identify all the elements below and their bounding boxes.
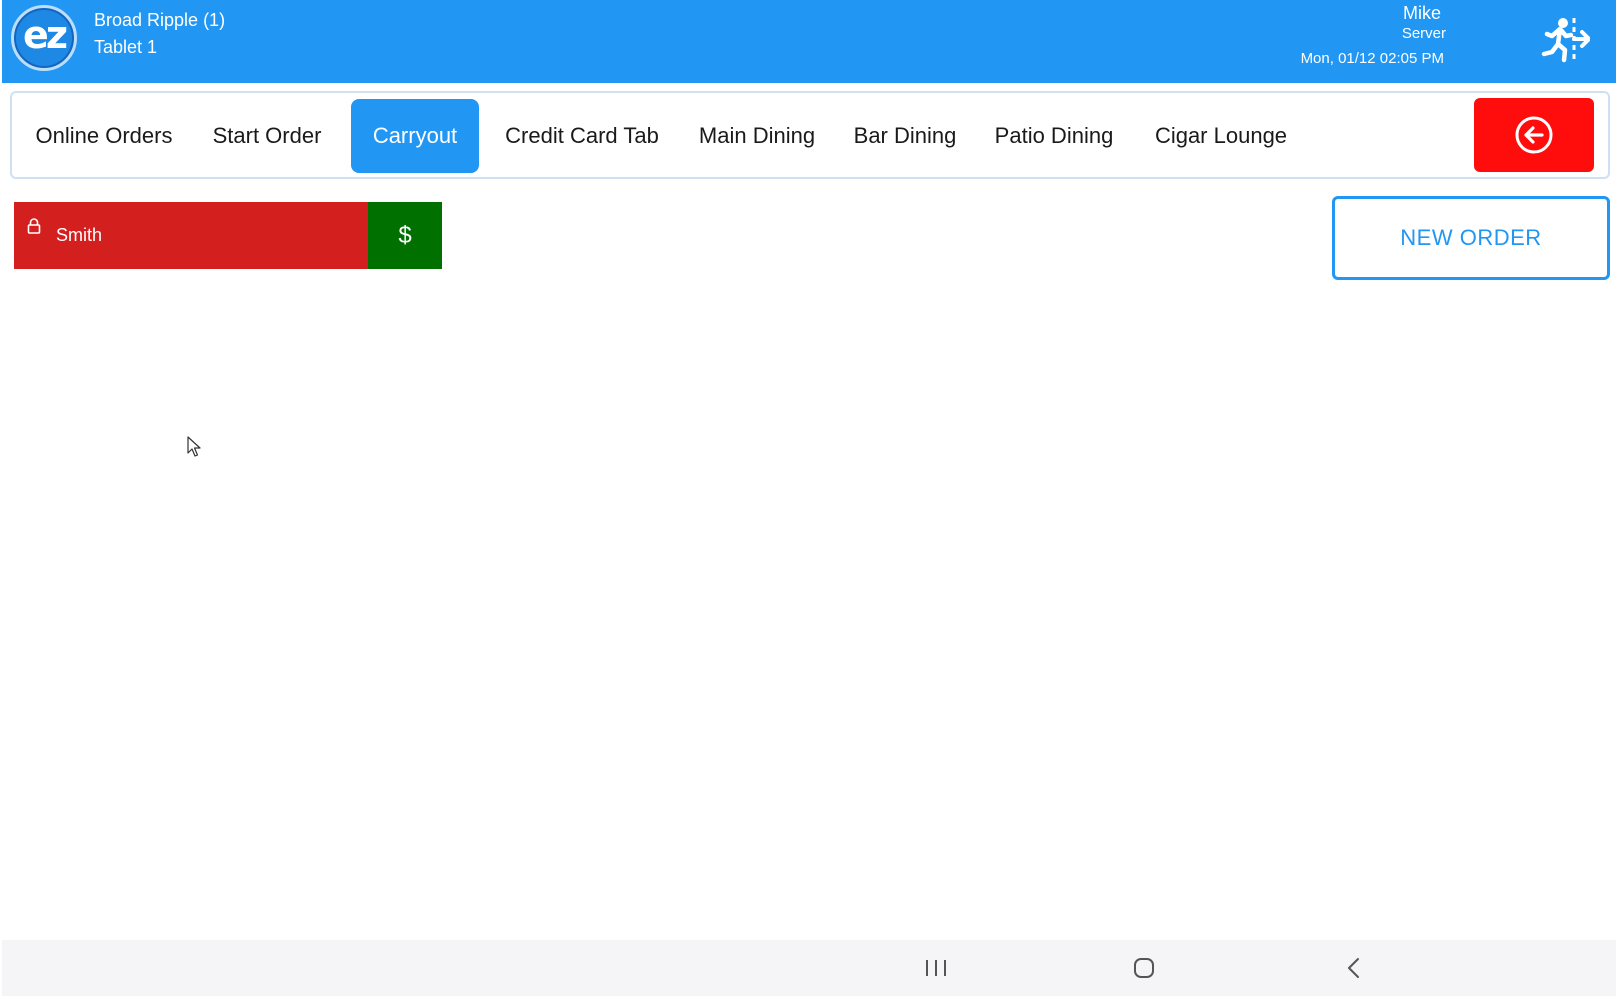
tab-main-dining[interactable]: Main Dining xyxy=(690,99,824,173)
tab-bar-dining[interactable]: Bar Dining xyxy=(846,99,964,173)
order-customer-name: Smith xyxy=(56,225,103,245)
device-name: Tablet 1 xyxy=(94,37,158,57)
order-card: Smith $ xyxy=(14,202,442,269)
store-name: Broad Ripple (1) xyxy=(94,10,226,30)
user-name: Mike xyxy=(1402,3,1441,23)
app-header: ez Broad Ripple (1) Tablet 1 Mike Server… xyxy=(2,0,1616,83)
system-nav-bar xyxy=(2,940,1616,996)
order-pay-button[interactable]: $ xyxy=(368,202,442,269)
logo-text: ez xyxy=(23,13,68,57)
back-nav-icon[interactable] xyxy=(1338,952,1370,984)
tab-patio-dining[interactable]: Patio Dining xyxy=(986,99,1122,173)
mouse-cursor-icon xyxy=(187,436,203,458)
order-card-main[interactable]: Smith xyxy=(14,202,368,269)
lock-icon xyxy=(27,218,41,234)
exit-run-icon[interactable] xyxy=(1538,14,1591,64)
section-tabs: Online Orders Start Order Carryout Credi… xyxy=(10,91,1610,179)
new-order-button[interactable]: NEW ORDER xyxy=(1332,196,1610,280)
user-role: Server xyxy=(1401,25,1446,42)
arrow-left-circle-icon xyxy=(1515,116,1553,154)
tab-start-order[interactable]: Start Order xyxy=(202,99,332,173)
app-frame: ez Broad Ripple (1) Tablet 1 Mike Server… xyxy=(2,0,1616,996)
tab-online-orders[interactable]: Online Orders xyxy=(28,99,180,173)
back-button[interactable] xyxy=(1474,98,1594,172)
home-icon[interactable] xyxy=(1128,952,1160,984)
current-datetime: Mon, 01/12 02:05 PM xyxy=(1300,50,1444,67)
tab-carryout[interactable]: Carryout xyxy=(351,99,479,173)
tab-cigar-lounge[interactable]: Cigar Lounge xyxy=(1144,99,1298,173)
recent-apps-icon[interactable] xyxy=(920,952,952,984)
tab-credit-card-tab[interactable]: Credit Card Tab xyxy=(496,99,668,173)
ez-logo: ez xyxy=(11,5,77,71)
